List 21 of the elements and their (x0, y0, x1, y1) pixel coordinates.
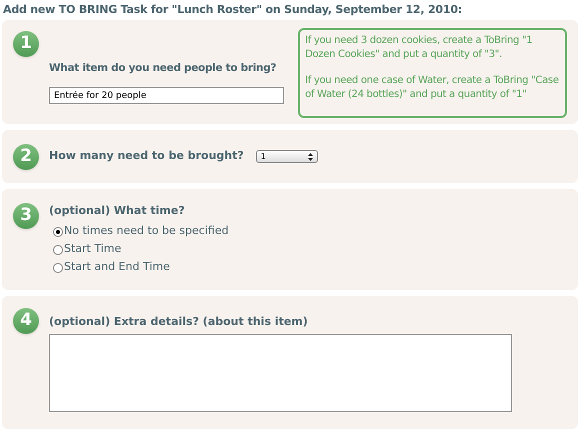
radio-button[interactable] (53, 244, 63, 254)
radio-button[interactable] (53, 262, 63, 272)
step-number-badge: 4 (13, 308, 39, 334)
quantity-select[interactable]: 1 (256, 150, 318, 163)
field-label: (optional) Extra details? (about this item) (49, 314, 309, 330)
details-field[interactable] (49, 334, 512, 412)
step-number-badge: 2 (13, 144, 39, 170)
step-number-badge: 1 (13, 31, 39, 57)
field-label: (optional) What time? (49, 203, 186, 219)
page-heading: Add new TO BRING Task for "Lunch Roster" on Sunday, September 12, 2010: (2, 2, 463, 18)
radio-label: Start Time (64, 241, 122, 258)
step-number-badge: 3 (13, 203, 39, 229)
stepper-icon (308, 152, 313, 160)
item-input-field[interactable]: Entrée for 20 people (49, 87, 284, 104)
radio-label: No times need to be specified (64, 223, 229, 240)
field-label: What item do you need people to bring? (49, 61, 276, 76)
tip-text: If you need 3 dozen cookies, create a ToBring "1 Dozen Cookies" and put a quantity of "3". (305, 34, 534, 61)
field-label: How many need to be brought? (49, 148, 244, 164)
radio-label: Start and End Time (64, 259, 170, 276)
radio-button[interactable] (53, 226, 63, 236)
tip-text: If you need one case of Water, create a ToBring "Case of Water (24 bottles)" and put a quantity of "1" (305, 74, 560, 101)
